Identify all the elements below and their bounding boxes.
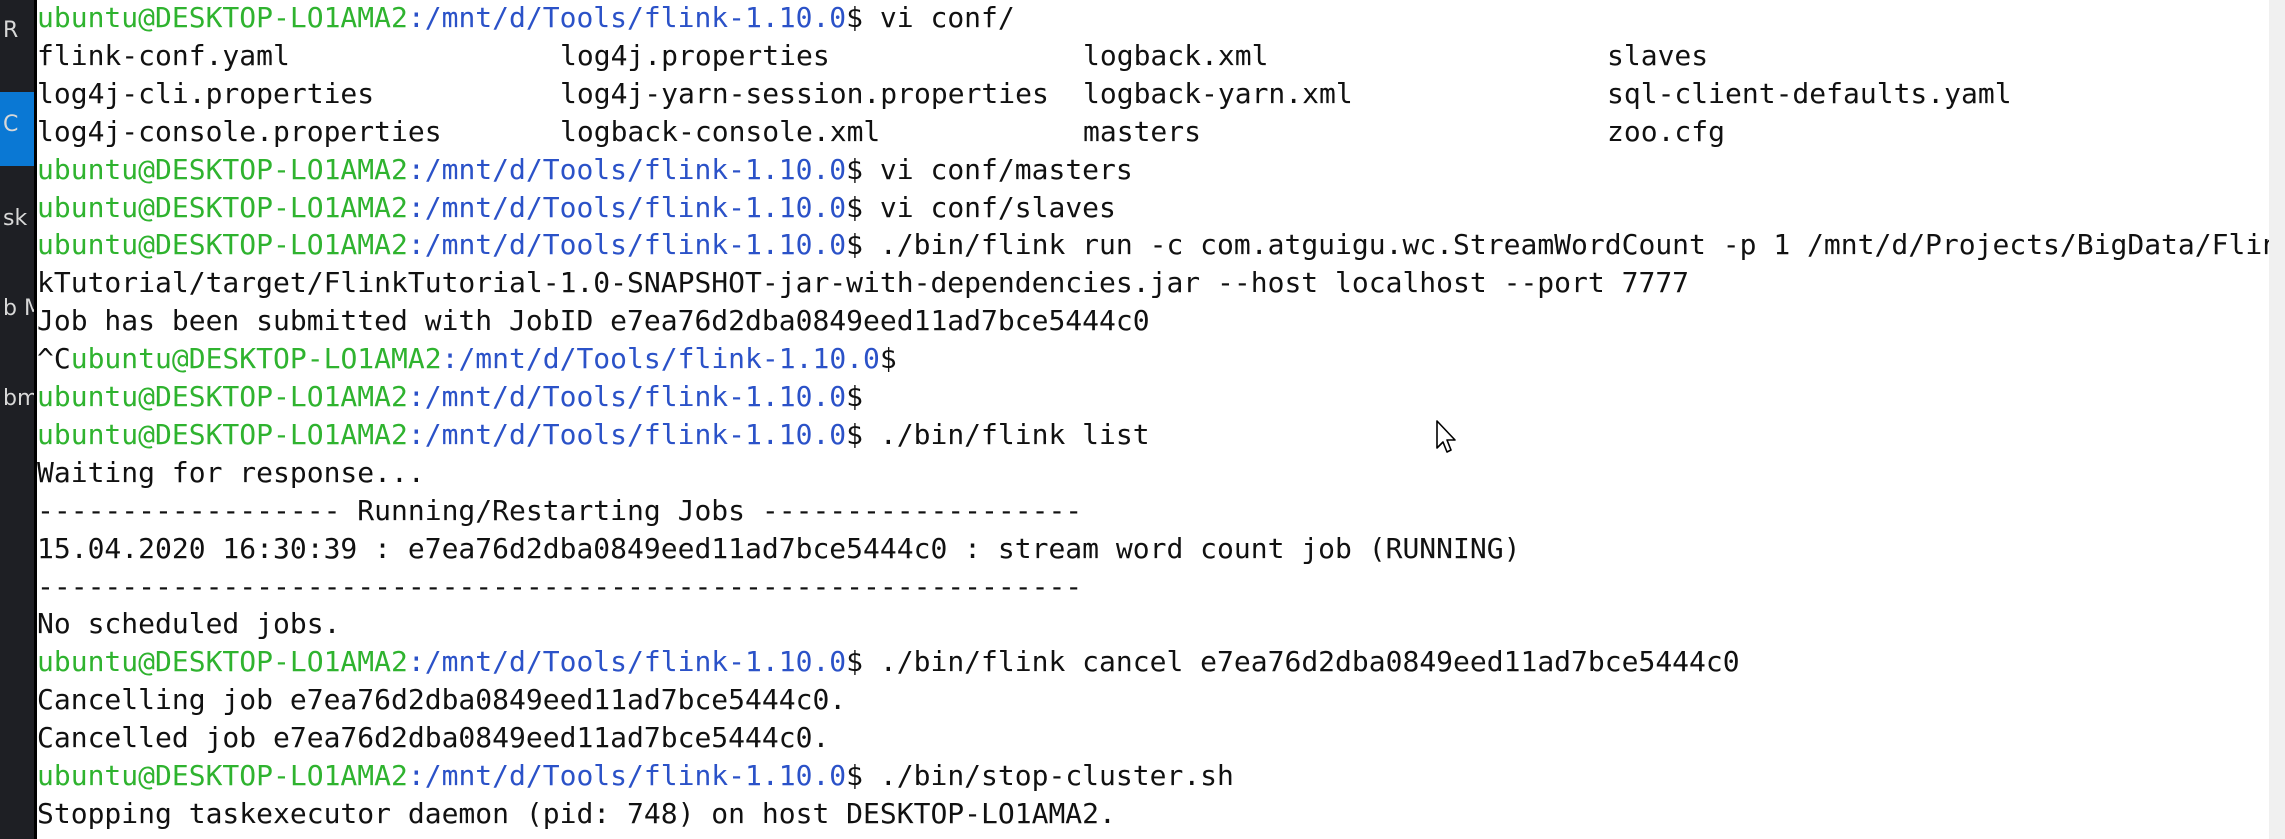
- prompt-line: ubuntu@DESKTOP-LO1AMA2:/mnt/d/Tools/flin…: [37, 151, 2269, 188]
- file-name: log4j-console.properties: [37, 114, 442, 148]
- prompt-path: :/mnt/d/Tools/flink-1.10.0: [407, 417, 847, 451]
- prompt-path: :/mnt/d/Tools/flink-1.10.0: [407, 1, 847, 34]
- file-name: logback.xml: [1083, 38, 1269, 72]
- output-line: Stopping taskexecutor daemon (pid: 748) …: [37, 796, 1116, 830]
- interrupt-prefix: ^C: [37, 342, 71, 376]
- file-name: log4j.properties: [560, 38, 830, 72]
- prompt-line: ubuntu@DESKTOP-LO1AMA2:/mnt/d/Tools/flin…: [37, 378, 2269, 415]
- command-text: $ ./bin/flink run -c com.atguigu.wc.Stre…: [846, 228, 2269, 262]
- file-name: masters: [1083, 114, 1202, 148]
- prompt-user-host: ubuntu@DESKTOP-LO1AMA2: [70, 342, 442, 376]
- prompt-path: :/mnt/d/Tools/flink-1.10.0: [407, 645, 847, 679]
- prompt-user-host: ubuntu@DESKTOP-LO1AMA2: [37, 1, 408, 34]
- prompt-line: ubuntu@DESKTOP-LO1AMA2:/mnt/d/Tools/flin…: [37, 643, 2269, 680]
- command-text: $: [846, 380, 864, 413]
- file-name: logback-yarn.xml: [1083, 76, 1353, 110]
- file-name: logback-console.xml: [560, 114, 881, 148]
- prompt-path: :/mnt/d/Tools/flink-1.10.0: [441, 342, 880, 376]
- mouse-pointer-icon: [1436, 420, 1456, 453]
- prompt-path: :/mnt/d/Tools/flink-1.10.0: [407, 228, 847, 262]
- command-text: $ vi conf/masters: [846, 152, 1133, 186]
- vertical-scrollbar[interactable]: [2269, 0, 2285, 839]
- file-name: sql-client-defaults.yaml: [1607, 76, 2012, 110]
- prompt-user-host: ubuntu@DESKTOP-LO1AMA2: [37, 417, 408, 451]
- output-line: Cancelling job e7ea76d2dba0849eed11ad7bc…: [37, 683, 847, 717]
- sidebar-item-c[interactable]: C: [3, 112, 18, 137]
- terminal-window[interactable]: ubuntu@DESKTOP-LO1AMA2:/mnt/d/Tools/flin…: [37, 0, 2269, 839]
- prompt-user-host: ubuntu@DESKTOP-LO1AMA2: [37, 190, 408, 224]
- prompt-line: ^Cubuntu@DESKTOP-LO1AMA2:/mnt/d/Tools/fl…: [37, 340, 2269, 377]
- prompt-user-host: ubuntu@DESKTOP-LO1AMA2: [37, 759, 408, 792]
- command-text: $ ./bin/flink cancel e7ea76d2dba0849eed1…: [846, 645, 1740, 679]
- file-name: flink-conf.yaml: [37, 38, 290, 72]
- prompt-line: ubuntu@DESKTOP-LO1AMA2:/mnt/d/Tools/flin…: [37, 0, 2269, 36]
- prompt-line: ubuntu@DESKTOP-LO1AMA2:/mnt/d/Tools/flin…: [37, 226, 2269, 263]
- command-text: $ vi conf/: [846, 1, 1015, 34]
- prompt-path: :/mnt/d/Tools/flink-1.10.0: [407, 380, 847, 413]
- prompt-line: ubuntu@DESKTOP-LO1AMA2:/mnt/d/Tools/flin…: [37, 189, 2269, 226]
- prompt-user-host: ubuntu@DESKTOP-LO1AMA2: [37, 152, 408, 186]
- command-text: $ ./bin/flink list: [846, 417, 1150, 451]
- prompt-line: ubuntu@DESKTOP-LO1AMA2:/mnt/d/Tools/flin…: [37, 416, 2269, 453]
- prompt-path: :/mnt/d/Tools/flink-1.10.0: [407, 152, 847, 186]
- prompt-path: :/mnt/d/Tools/flink-1.10.0: [407, 759, 847, 792]
- file-name: log4j-cli.properties: [37, 76, 375, 110]
- file-name: log4j-yarn-session.properties: [560, 76, 1049, 110]
- taskbar-sidebar: R C sk M b M bm: [0, 0, 34, 839]
- prompt-user-host: ubuntu@DESKTOP-LO1AMA2: [37, 645, 408, 679]
- output-line: 15.04.2020 16:30:39 : e7ea76d2dba0849eed…: [37, 531, 1521, 565]
- output-line: ----------------------------------------…: [37, 569, 1083, 603]
- prompt-path: :/mnt/d/Tools/flink-1.10.0: [407, 190, 847, 224]
- file-name: slaves: [1607, 38, 1709, 72]
- file-name: zoo.cfg: [1607, 114, 1726, 148]
- output-line: Waiting for response...: [37, 455, 425, 489]
- prompt-user-host: ubuntu@DESKTOP-LO1AMA2: [37, 228, 408, 262]
- sidebar-item-b[interactable]: b M: [3, 296, 34, 321]
- prompt-user-host: ubuntu@DESKTOP-LO1AMA2: [37, 380, 408, 413]
- sidebar-item-r[interactable]: R: [3, 18, 18, 43]
- output-line: kTutorial/target/FlinkTutorial-1.0-SNAPS…: [37, 266, 1690, 300]
- file-listing-row: flink-conf.yaml log4j.properties logback.x…: [37, 37, 2269, 74]
- command-text: $ ./bin/stop-cluster.sh: [846, 759, 1234, 792]
- file-listing-row: log4j-console.properties logback-console.…: [37, 113, 2269, 150]
- sidebar-item-bm[interactable]: bm: [3, 386, 34, 411]
- prompt-line: ubuntu@DESKTOP-LO1AMA2:/mnt/d/Tools/flin…: [37, 757, 2269, 794]
- file-listing-row: log4j-cli.properties log4j-yarn-session.p…: [37, 75, 2269, 112]
- output-line: Job has been submitted with JobID e7ea76…: [37, 304, 1150, 338]
- output-line: No scheduled jobs.: [37, 607, 341, 641]
- command-text: $: [879, 342, 897, 376]
- output-line: Cancelled job e7ea76d2dba0849eed11ad7bce…: [37, 721, 830, 755]
- output-line: ------------------ Running/Restarting Jo…: [37, 493, 1083, 527]
- sidebar-item-sk[interactable]: sk M: [3, 206, 34, 231]
- command-text: $ vi conf/slaves: [846, 190, 1116, 224]
